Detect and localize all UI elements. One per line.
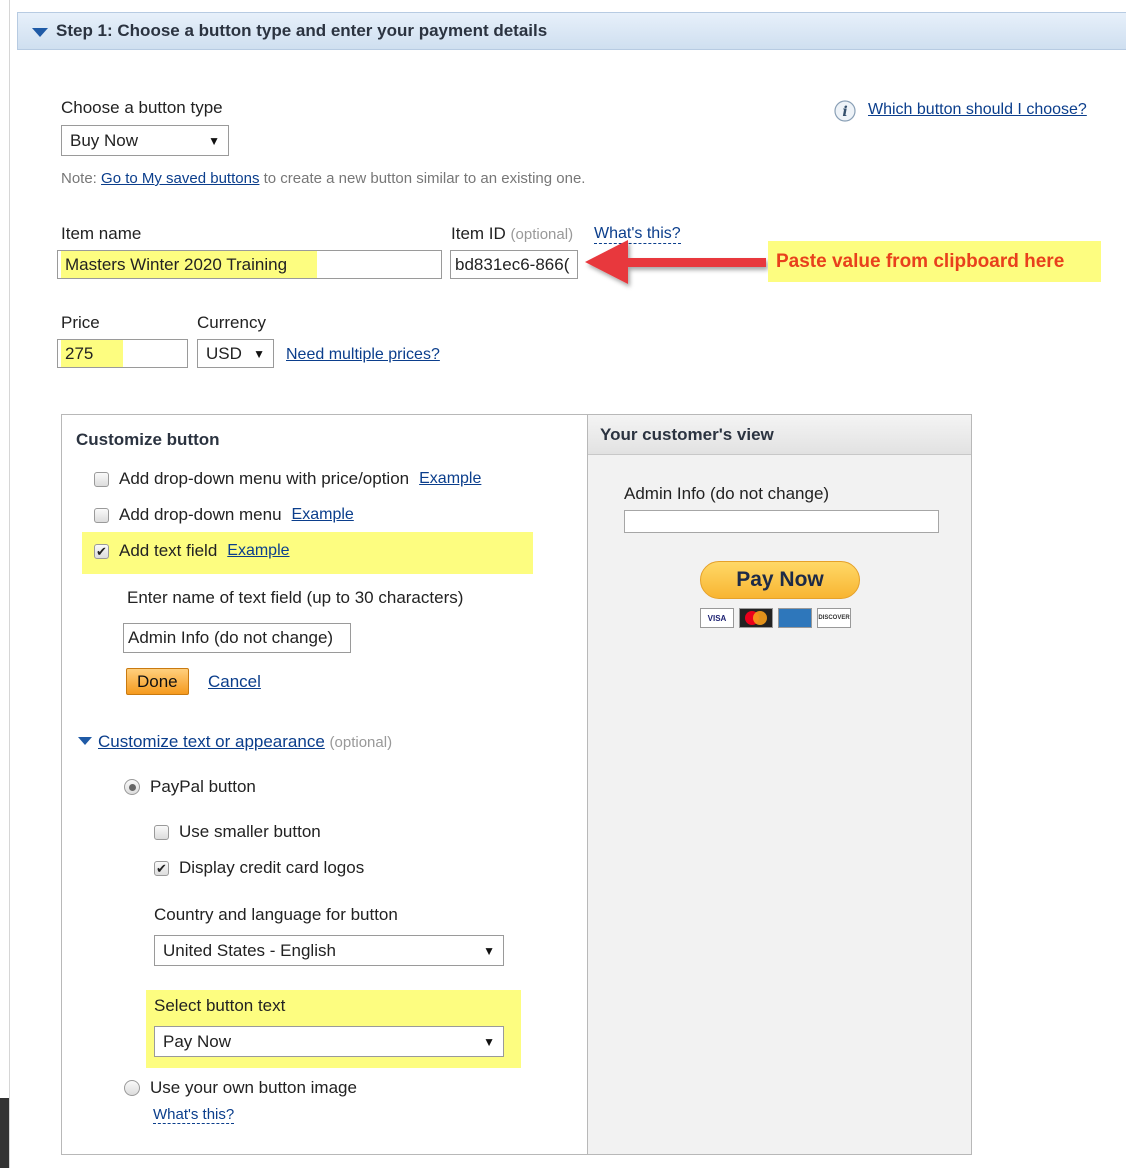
discover-icon: DISCOVER [817, 608, 851, 628]
text-field-name-input[interactable]: Admin Info (do not change) [123, 623, 351, 653]
customer-view-title: Your customer's view [588, 415, 971, 455]
option-text-field: ✔ Add text field Example [94, 541, 290, 561]
item-id-input[interactable]: bd831ec6-866( [450, 250, 578, 279]
checkbox-checked[interactable]: ✔ [94, 543, 109, 559]
cancel-link[interactable]: Cancel [208, 672, 261, 692]
dropdown-arrow-icon: ▼ [253, 346, 265, 361]
text-field-name-value: Admin Info (do not change) [128, 628, 334, 647]
item-name-value: Masters Winter 2020 Training [61, 251, 318, 278]
checkbox[interactable] [154, 824, 169, 840]
own-image-option: Use your own button image [124, 1078, 357, 1098]
info-icon: i [834, 100, 856, 122]
dropdown-arrow-icon: ▼ [483, 943, 495, 958]
customize-appearance-link[interactable]: Customize text or appearance [98, 732, 325, 751]
own-image-label: Use your own button image [150, 1078, 357, 1097]
currency-select[interactable]: USD ▼ [197, 339, 274, 368]
dropdown-arrow-icon: ▼ [208, 133, 220, 148]
checkbox[interactable] [94, 507, 109, 523]
currency-label: Currency [197, 313, 266, 332]
expand-triangle-icon [78, 737, 92, 745]
page-left-border [0, 0, 10, 1168]
checkbox[interactable] [94, 471, 109, 487]
own-image-help-link[interactable]: What's this? [153, 1106, 235, 1124]
button-type-value: Buy Now [70, 130, 139, 150]
item-id-value: bd831ec6-866( [455, 254, 570, 274]
example-link[interactable]: Example [292, 506, 354, 524]
item-name-label: Item name [61, 224, 142, 243]
which-button-link[interactable]: Which button should I choose? [868, 101, 1087, 119]
visa-icon: VISA [700, 608, 734, 628]
svg-text:i: i [842, 104, 847, 120]
smaller-button-label: Use smaller button [179, 822, 321, 841]
note-prefix: Note: [61, 170, 102, 187]
annotation-callout: Paste value from clipboard here [768, 241, 1101, 282]
annotation-arrow-icon [585, 240, 766, 284]
step-1-header[interactable]: Step 1: Choose a button type and enter y… [17, 12, 1126, 50]
button-type-label: Choose a button type [61, 98, 223, 117]
smaller-button-option: Use smaller button [154, 822, 321, 842]
option-label: Add drop-down menu [119, 505, 282, 524]
option-dropdown-price: Add drop-down menu with price/option Exa… [94, 469, 481, 489]
example-link[interactable]: Example [227, 542, 289, 560]
appearance-optional: (optional) [329, 734, 393, 751]
paypal-button-label: PayPal button [150, 777, 256, 796]
card-logos: VISA DISCOVER [700, 608, 851, 628]
item-id-optional: (optional) [510, 226, 574, 243]
option-label: Add text field [119, 541, 218, 560]
preview-text-input[interactable] [624, 510, 939, 533]
item-id-label: Item ID [451, 224, 506, 243]
customize-title: Customize button [76, 430, 220, 449]
paypal-button-option: PayPal button [124, 777, 256, 797]
customize-appearance-row: Customize text or appearance (optional) [98, 732, 392, 752]
panel-divider [587, 414, 588, 1155]
item-id-label-group: Item ID (optional) [451, 224, 573, 244]
checkbox-checked[interactable]: ✔ [154, 860, 169, 876]
left-edge-dark-strip [0, 1098, 9, 1168]
note-suffix: to create a new button similar to an exi… [259, 170, 586, 187]
preview-field-label: Admin Info (do not change) [624, 484, 830, 503]
saved-buttons-link[interactable]: Go to My saved buttons [101, 170, 259, 187]
radio-selected[interactable] [124, 779, 140, 795]
multiple-prices-link[interactable]: Need multiple prices? [286, 346, 440, 364]
option-dropdown-menu: Add drop-down menu Example [94, 505, 354, 525]
example-link[interactable]: Example [419, 470, 481, 488]
card-logos-label: Display credit card logos [179, 858, 365, 877]
button-text-value: Pay Now [163, 1031, 232, 1051]
text-field-prompt: Enter name of text field (up to 30 chara… [127, 588, 464, 607]
pay-now-button[interactable]: Pay Now [700, 561, 860, 599]
country-label: Country and language for button [154, 905, 398, 924]
price-label: Price [61, 313, 100, 332]
option-label: Add drop-down menu with price/option [119, 469, 410, 488]
card-logos-option: ✔ Display credit card logos [154, 858, 364, 878]
mastercard-icon [739, 608, 773, 628]
country-value: United States - English [163, 940, 336, 960]
done-button[interactable]: Done [126, 668, 189, 695]
country-select[interactable]: United States - English ▼ [154, 935, 504, 966]
collapse-triangle-icon [32, 28, 48, 37]
currency-value: USD [206, 343, 242, 363]
button-text-select[interactable]: Pay Now ▼ [154, 1026, 504, 1057]
price-input[interactable]: 275 [57, 339, 188, 368]
button-text-label: Select button text [154, 996, 286, 1015]
radio[interactable] [124, 1080, 140, 1096]
item-name-input[interactable]: Masters Winter 2020 Training [57, 250, 442, 279]
price-value: 275 [61, 340, 124, 367]
step-1-title: Step 1: Choose a button type and enter y… [56, 21, 548, 40]
amex-icon [778, 608, 812, 628]
dropdown-arrow-icon: ▼ [483, 1034, 495, 1049]
saved-buttons-note: Note: Go to My saved buttons to create a… [61, 170, 585, 187]
button-type-select[interactable]: Buy Now ▼ [61, 125, 229, 156]
